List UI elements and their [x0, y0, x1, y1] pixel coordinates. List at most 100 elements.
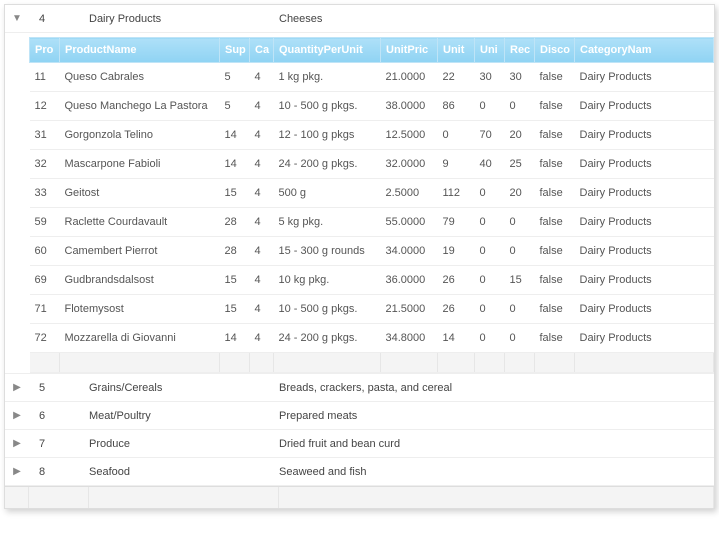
cell-rec: 15 [505, 266, 535, 295]
cell-rec: 25 [505, 150, 535, 179]
expand-icon[interactable]: ▶ [5, 382, 29, 393]
col-quantity-per-unit[interactable]: QuantityPerUnit [274, 38, 381, 63]
cell-uoo: 30 [475, 63, 505, 92]
category-name: Seafood [89, 466, 279, 478]
cell-qpu: 500 g [274, 179, 381, 208]
category-row[interactable]: ▼ 4 Dairy Products Cheeses [5, 5, 714, 33]
cell-catn: Dairy Products [575, 92, 714, 121]
cell-sup: 28 [220, 237, 250, 266]
cell-catn: Dairy Products [575, 150, 714, 179]
col-discontinued[interactable]: Disco [535, 38, 575, 63]
category-name: Meat/Poultry [89, 410, 279, 422]
col-units-in-stock[interactable]: Unit [438, 38, 475, 63]
cell-uis: 9 [438, 150, 475, 179]
col-units-on-order[interactable]: Uni [475, 38, 505, 63]
col-reorder[interactable]: Rec [505, 38, 535, 63]
cell-uoo: 0 [475, 179, 505, 208]
cell-sup: 5 [220, 63, 250, 92]
cell-qpu: 1 kg pkg. [274, 63, 381, 92]
category-row[interactable]: ▶ 7 Produce Dried fruit and bean curd [5, 430, 714, 458]
cell-name: Gorgonzola Telino [60, 121, 220, 150]
expand-icon[interactable]: ▶ [5, 410, 29, 421]
cell-uoo: 0 [475, 266, 505, 295]
category-id: 8 [29, 466, 89, 478]
cell-catn: Dairy Products [575, 179, 714, 208]
cell-sup: 28 [220, 208, 250, 237]
cell-pid: 33 [30, 179, 60, 208]
table-row[interactable]: 32Mascarpone Fabioli14424 - 200 g pkgs.3… [30, 150, 714, 179]
cell-rec: 0 [505, 208, 535, 237]
cell-rec: 0 [505, 237, 535, 266]
cell-rec: 0 [505, 295, 535, 324]
table-row[interactable]: 59Raclette Courdavault2845 kg pkg.55.000… [30, 208, 714, 237]
cell-name: Camembert Pierrot [60, 237, 220, 266]
expand-icon[interactable]: ▶ [5, 466, 29, 477]
expand-icon[interactable]: ▶ [5, 438, 29, 449]
table-row[interactable]: 12Queso Manchego La Pastora5410 - 500 g … [30, 92, 714, 121]
cell-catn: Dairy Products [575, 121, 714, 150]
cell-name: Mozzarella di Giovanni [60, 324, 220, 353]
cell-uis: 26 [438, 295, 475, 324]
cell-uis: 112 [438, 179, 475, 208]
grid-footer-row [5, 486, 714, 508]
category-row[interactable]: ▶ 6 Meat/Poultry Prepared meats [5, 402, 714, 430]
cell-disc: false [535, 324, 575, 353]
cell-catn: Dairy Products [575, 237, 714, 266]
cell-uis: 14 [438, 324, 475, 353]
col-product-name[interactable]: ProductName [60, 38, 220, 63]
header-row: Pro ProductName Sup Ca QuantityPerUnit U… [30, 38, 714, 63]
category-id: 7 [29, 438, 89, 450]
cell-sup: 14 [220, 121, 250, 150]
cell-sup: 15 [220, 179, 250, 208]
cell-uis: 26 [438, 266, 475, 295]
detail-summary-row [30, 353, 714, 373]
col-unit-price[interactable]: UnitPric [381, 38, 438, 63]
cell-uis: 0 [438, 121, 475, 150]
category-desc: Dried fruit and bean curd [279, 438, 714, 450]
cell-cat: 4 [250, 324, 274, 353]
cell-pid: 32 [30, 150, 60, 179]
cell-uoo: 0 [475, 208, 505, 237]
cell-pid: 59 [30, 208, 60, 237]
col-supplier[interactable]: Sup [220, 38, 250, 63]
cell-qpu: 12 - 100 g pkgs [274, 121, 381, 150]
table-row[interactable]: 60Camembert Pierrot28415 - 300 g rounds3… [30, 237, 714, 266]
col-category-name[interactable]: CategoryNam [575, 38, 714, 63]
cell-qpu: 10 kg pkg. [274, 266, 381, 295]
cell-name: Queso Manchego La Pastora [60, 92, 220, 121]
cell-price: 21.5000 [381, 295, 438, 324]
table-row[interactable]: 33Geitost154500 g2.5000112020falseDairy … [30, 179, 714, 208]
data-grid: ▼ 4 Dairy Products Cheeses Pro ProductNa… [4, 4, 715, 509]
category-row[interactable]: ▶ 5 Grains/Cereals Breads, crackers, pas… [5, 374, 714, 402]
cell-catn: Dairy Products [575, 295, 714, 324]
cell-price: 2.5000 [381, 179, 438, 208]
cell-price: 12.5000 [381, 121, 438, 150]
cell-qpu: 10 - 500 g pkgs. [274, 295, 381, 324]
category-desc: Cheeses [279, 13, 714, 25]
table-row[interactable]: 72Mozzarella di Giovanni14424 - 200 g pk… [30, 324, 714, 353]
category-desc: Breads, crackers, pasta, and cereal [279, 382, 714, 394]
cell-disc: false [535, 179, 575, 208]
cell-sup: 15 [220, 295, 250, 324]
collapse-icon[interactable]: ▼ [5, 13, 29, 24]
table-row[interactable]: 31Gorgonzola Telino14412 - 100 g pkgs12.… [30, 121, 714, 150]
cell-pid: 69 [30, 266, 60, 295]
category-row[interactable]: ▶ 8 Seafood Seaweed and fish [5, 458, 714, 486]
category-name: Grains/Cereals [89, 382, 279, 394]
cell-cat: 4 [250, 237, 274, 266]
category-id: 6 [29, 410, 89, 422]
col-product-id[interactable]: Pro [30, 38, 60, 63]
cell-name: Geitost [60, 179, 220, 208]
table-row[interactable]: 69Gudbrandsdalsost15410 kg pkg.36.000026… [30, 266, 714, 295]
cell-pid: 12 [30, 92, 60, 121]
cell-name: Gudbrandsdalsost [60, 266, 220, 295]
cell-uoo: 70 [475, 121, 505, 150]
table-row[interactable]: 71Flotemysost15410 - 500 g pkgs.21.50002… [30, 295, 714, 324]
cell-name: Queso Cabrales [60, 63, 220, 92]
cell-price: 55.0000 [381, 208, 438, 237]
cell-catn: Dairy Products [575, 208, 714, 237]
col-category[interactable]: Ca [250, 38, 274, 63]
cell-cat: 4 [250, 150, 274, 179]
table-row[interactable]: 11Queso Cabrales541 kg pkg.21.0000223030… [30, 63, 714, 92]
cell-catn: Dairy Products [575, 266, 714, 295]
